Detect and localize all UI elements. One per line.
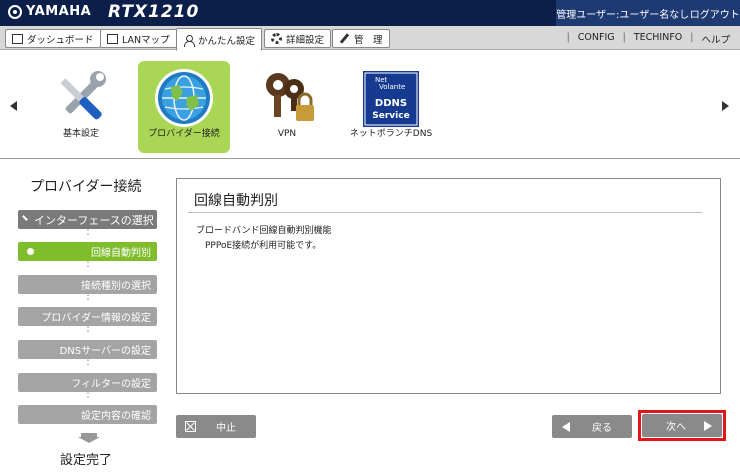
category-basic-settings[interactable]: 基本設定: [35, 61, 127, 153]
svg-text:Volante: Volante: [379, 83, 405, 91]
wizard-complete-label: 設定完了: [60, 453, 113, 468]
tools-icon: [339, 33, 350, 44]
chevron-down-icon: ˇˇ: [86, 261, 90, 274]
next-button[interactable]: 次へ: [642, 414, 722, 437]
ddns-service-icon: Net Volante DDNS Service: [363, 71, 419, 127]
triangle-right-icon: [704, 421, 712, 431]
setup-category-carousel: 基本設定 プロバイダー接続 VPN Net Volante DDNS Servi…: [0, 51, 740, 159]
yamaha-emblem-icon: [8, 4, 22, 19]
category-label: VPN: [277, 129, 297, 139]
tab-label: かんたん設定: [198, 36, 256, 47]
config-link[interactable]: CONFIG: [578, 32, 615, 46]
chevron-down-icon: ˇˇ: [86, 229, 90, 242]
button-label: 中止: [216, 423, 236, 434]
tab-label: ダッシュボード: [27, 34, 94, 46]
yamaha-logo: YAMAHA: [8, 4, 91, 19]
wizard-step-connection-type: 接続種別の選択: [18, 275, 157, 294]
techinfo-link[interactable]: TECHINFO: [634, 32, 682, 46]
carousel-prev-arrow-icon[interactable]: [10, 101, 17, 111]
utility-links: | CONFIG | TECHINFO | ヘルプ: [566, 32, 730, 46]
wizard-step-provider-info: プロバイダー情報の設定: [18, 307, 157, 326]
category-provider-connection[interactable]: プロバイダー接続: [138, 61, 230, 153]
category-label: プロバイダー接続: [148, 129, 220, 139]
button-label: 戻る: [592, 423, 612, 434]
button-label: 次へ: [666, 422, 686, 433]
step-label: 接続種別の選択: [81, 281, 151, 292]
tab-advanced-settings[interactable]: 詳細設定: [264, 29, 332, 48]
gear-icon: [271, 33, 282, 44]
dashboard-icon: [12, 33, 23, 44]
page-title: 回線自動判別: [194, 193, 278, 209]
wrench-screwdriver-icon: [60, 71, 106, 120]
category-label: ネットボランチDNS: [349, 129, 433, 139]
svg-text:DDNS: DDNS: [375, 98, 407, 109]
step-label: 回線自動判別: [91, 248, 151, 259]
easy-setup-icon: [183, 34, 195, 47]
wizard-step-filter: フィルターの設定: [18, 373, 157, 392]
top-header: YAMAHA RTX1210 管理ユーザー:ユーザー名なし ログアウト: [0, 0, 740, 26]
step-label: プロバイダー情報の設定: [41, 313, 151, 324]
tab-label: LANマップ: [122, 34, 170, 46]
chevron-down-icon: ˇˇ: [86, 359, 90, 372]
keys-lock-icon: [266, 73, 314, 121]
model-name: RTX1210: [108, 2, 200, 22]
wizard-step-dns-server: DNSサーバーの設定: [18, 340, 157, 359]
title-divider: [188, 212, 702, 213]
lan-map-icon: [107, 33, 118, 44]
main-nav: ダッシュボード LANマップ かんたん設定 詳細設定 管 理 | CONFIG …: [0, 26, 740, 51]
category-label: 基本設定: [62, 129, 99, 139]
triangle-left-icon: [562, 422, 570, 432]
wizard-step-confirm: 設定内容の確認: [18, 405, 157, 424]
current-step-dot-icon: [27, 248, 34, 255]
content-panel: 回線自動判別 ブロードバンド回線自動判別機能 PPPoE接続が利用可能です。: [176, 178, 721, 394]
category-netvolante-dns[interactable]: Net Volante DDNS Service ネットボランチDNS: [345, 61, 437, 153]
carousel-next-arrow-icon[interactable]: [722, 101, 729, 111]
wizard-step-line-detection: 回線自動判別: [18, 242, 157, 261]
close-icon: [185, 421, 196, 432]
admin-user-label: 管理ユーザー:ユーザー名なし: [556, 9, 690, 21]
wizard-step-interface-select: インターフェースの選択: [18, 210, 157, 229]
cancel-button[interactable]: 中止: [176, 415, 256, 438]
chevron-down-icon: ˇˇ: [86, 392, 90, 405]
wizard-title: プロバイダー接続: [30, 179, 142, 195]
user-area: 管理ユーザー:ユーザー名なし ログアウト: [556, 0, 740, 26]
globe-icon: [155, 69, 213, 127]
tab-lan-map[interactable]: LANマップ: [100, 29, 177, 48]
tab-management[interactable]: 管 理: [332, 29, 390, 48]
arrow-down-icon: [78, 433, 100, 443]
tab-easy-setup[interactable]: かんたん設定: [176, 28, 263, 51]
detection-feature-label: ブロードバンド回線自動判別機能: [196, 226, 332, 236]
step-label: 設定内容の確認: [81, 411, 151, 422]
svg-text:Service: Service: [372, 111, 409, 121]
category-vpn[interactable]: VPN: [241, 61, 333, 153]
step-label: インターフェースの選択: [34, 213, 154, 227]
back-button[interactable]: 戻る: [552, 415, 632, 438]
tab-dashboard[interactable]: ダッシュボード: [5, 29, 101, 48]
chevron-down-icon: ˇˇ: [86, 326, 90, 339]
tab-label: 詳細設定: [286, 34, 325, 46]
checkmark-icon: [22, 215, 28, 221]
tab-label: 管 理: [354, 34, 383, 46]
step-label: フィルターの設定: [71, 379, 151, 390]
logout-link[interactable]: ログアウト: [690, 6, 740, 21]
help-link[interactable]: ヘルプ: [701, 32, 730, 46]
chevron-down-icon: ˇˇ: [86, 294, 90, 307]
step-label: DNSサーバーの設定: [59, 346, 151, 357]
brand-name: YAMAHA: [26, 4, 92, 19]
detection-result-text: PPPoE接続が利用可能です。: [205, 241, 322, 251]
